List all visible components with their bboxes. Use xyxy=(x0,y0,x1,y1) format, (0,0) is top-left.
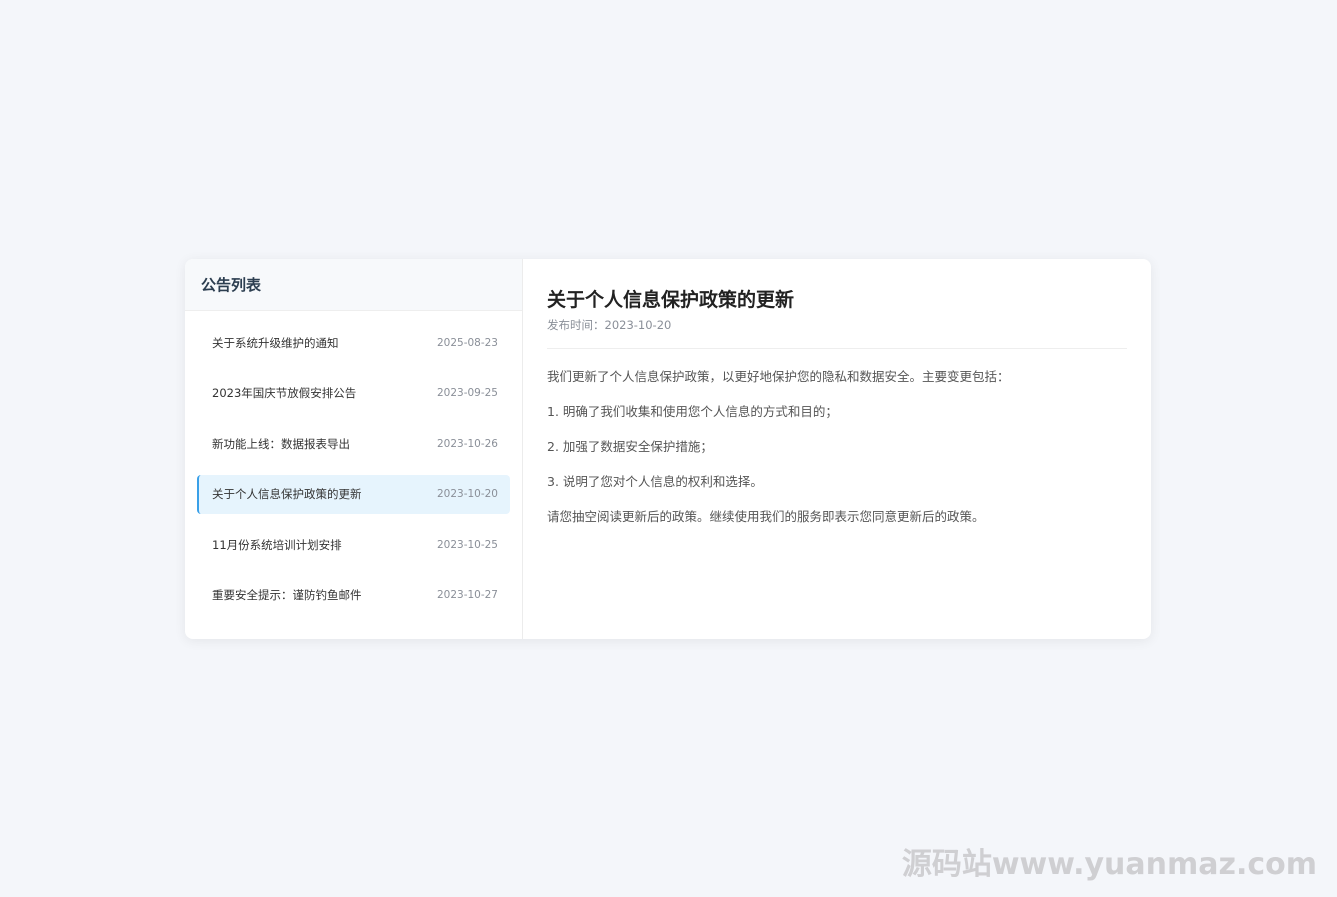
announcement-detail: 关于个人信息保护政策的更新 发布时间：2023-10-20 我们更新了个人信息保… xyxy=(523,259,1151,639)
list-item-title: 2023年国庆节放假安排公告 xyxy=(212,386,357,401)
list-item-title: 11月份系统培训计划安排 xyxy=(212,537,342,552)
list-item[interactable]: 2023年国庆节放假安排公告 2023-09-25 xyxy=(197,374,510,413)
list-item-date: 2025-08-23 xyxy=(436,336,498,349)
list-item[interactable]: 11月份系统培训计划安排 2023-10-25 xyxy=(197,525,510,564)
list-item[interactable]: 新功能上线：数据报表导出 2023-10-26 xyxy=(197,424,510,463)
list-item-date: 2023-10-26 xyxy=(436,437,498,450)
publish-date: 2023-10-20 xyxy=(604,318,672,332)
list-item[interactable]: 关于系统升级维护的通知 2025-08-23 xyxy=(197,323,510,362)
list-item[interactable]: 重要安全提示：谨防钓鱼邮件 2023-10-27 xyxy=(197,576,510,615)
list-item-date: 2023-10-20 xyxy=(436,488,498,501)
detail-body: 我们更新了个人信息保护政策，以更好地保护您的隐私和数据安全。主要变更包括： 1.… xyxy=(547,359,1127,534)
publish-label: 发布时间： xyxy=(547,318,605,332)
paragraph: 1. 明确了我们收集和使用您个人信息的方式和目的； xyxy=(547,404,838,419)
list-item-date: 2023-09-25 xyxy=(436,387,498,400)
paragraph: 请您抽空阅读更新后的政策。继续使用我们的服务即表示您同意更新后的政策。 xyxy=(547,509,985,524)
list-item-title: 关于个人信息保护政策的更新 xyxy=(212,487,362,502)
divider xyxy=(547,348,1127,349)
list-item-title: 新功能上线：数据报表导出 xyxy=(212,436,350,451)
announcement-list: 关于系统升级维护的通知 2025-08-23 2023年国庆节放假安排公告 20… xyxy=(185,311,522,627)
list-item-active[interactable]: 关于个人信息保护政策的更新 2023-10-20 xyxy=(197,474,510,514)
list-item-date: 2023-10-27 xyxy=(436,589,498,602)
announcement-card: 公告列表 关于系统升级维护的通知 2025-08-23 2023年国庆节放假安排… xyxy=(185,259,1151,639)
list-item-title: 重要安全提示：谨防钓鱼邮件 xyxy=(212,588,362,603)
paragraph: 我们更新了个人信息保护政策，以更好地保护您的隐私和数据安全。主要变更包括： xyxy=(547,369,1010,384)
watermark: 源码站www.yuanmaz.com xyxy=(901,847,1317,882)
sidebar-title: 公告列表 xyxy=(185,259,522,311)
publish-meta: 发布时间：2023-10-20 xyxy=(547,317,1127,333)
announcement-sidebar: 公告列表 关于系统升级维护的通知 2025-08-23 2023年国庆节放假安排… xyxy=(185,259,523,639)
list-item-title: 关于系统升级维护的通知 xyxy=(212,335,339,350)
detail-title: 关于个人信息保护政策的更新 xyxy=(547,289,795,311)
paragraph: 3. 说明了您对个人信息的权利和选择。 xyxy=(547,474,763,489)
paragraph: 2. 加强了数据安全保护措施； xyxy=(547,439,713,454)
list-item-date: 2023-10-25 xyxy=(436,538,498,551)
